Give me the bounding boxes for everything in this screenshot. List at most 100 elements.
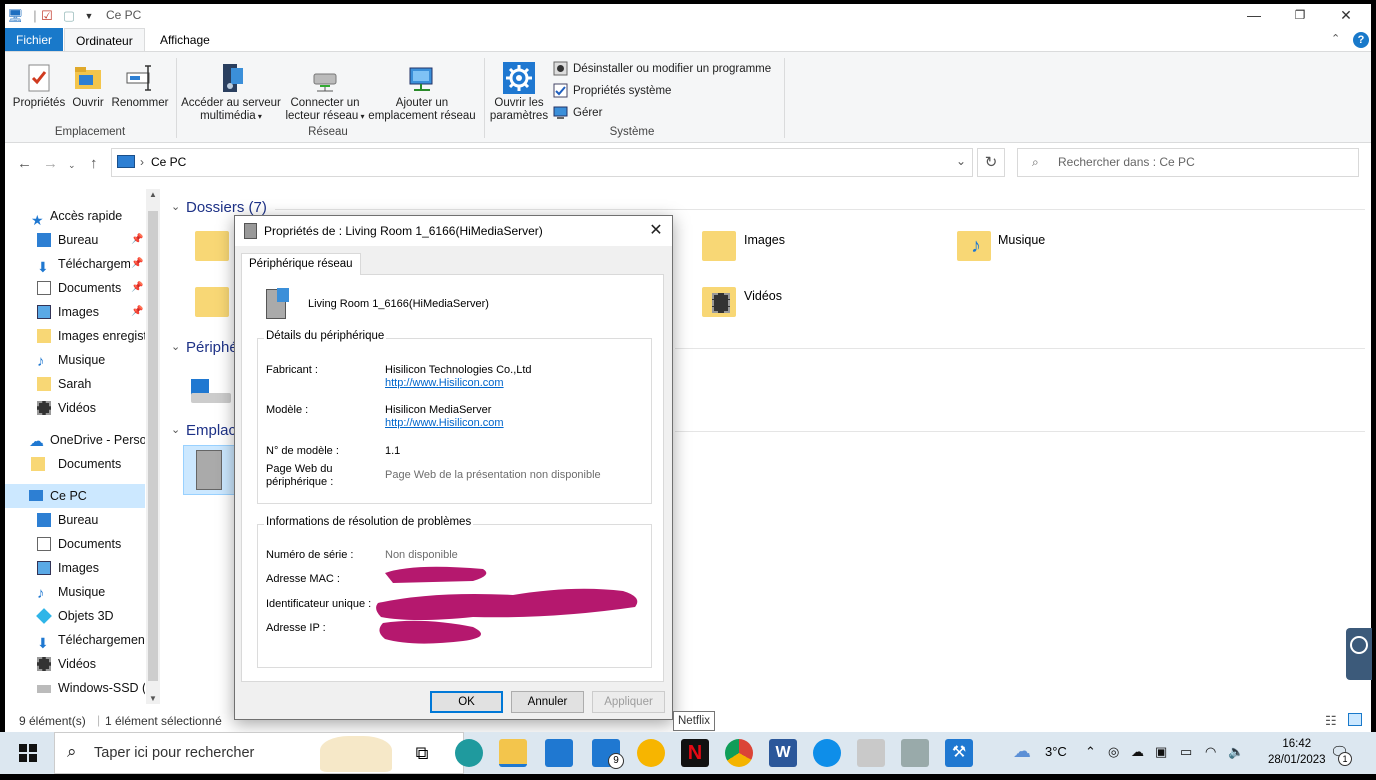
- nav-pc-music[interactable]: ♪ Musique: [5, 580, 145, 604]
- file-explorer-icon[interactable]: [499, 739, 527, 767]
- collapse-chevron-icon[interactable]: ⌄: [171, 200, 180, 213]
- taskbar-search-box[interactable]: ⌕ Taper ici pour rechercher: [54, 732, 464, 774]
- nav-item-downloads[interactable]: ⬇ Téléchargements 📌: [5, 252, 145, 276]
- nav-item-sarah[interactable]: Sarah: [5, 372, 145, 396]
- search-input[interactable]: ⌕ Rechercher dans : Ce PC: [1017, 148, 1359, 177]
- map-drive-button[interactable]: Connecter un lecteur réseau ▾: [283, 62, 367, 123]
- collapse-chevron-icon[interactable]: ⌄: [171, 423, 180, 436]
- apply-button[interactable]: Appliquer: [592, 691, 665, 713]
- folder-icon[interactable]: [195, 231, 229, 261]
- nav-item-documents[interactable]: Documents 📌: [5, 276, 145, 300]
- nav-pc-desktop[interactable]: Bureau: [5, 508, 145, 532]
- nav-pc-videos[interactable]: Vidéos: [5, 652, 145, 676]
- teamviewer-side-panel[interactable]: [1346, 628, 1372, 680]
- task-view-icon[interactable]: ⧉: [408, 739, 436, 767]
- folder-icon[interactable]: [195, 287, 229, 317]
- chrome-icon[interactable]: [725, 739, 753, 767]
- store-icon[interactable]: [545, 739, 573, 767]
- open-button[interactable]: Ouvrir: [69, 62, 107, 110]
- scroll-up-icon[interactable]: ▲: [149, 190, 157, 199]
- rename-button[interactable]: Renommer: [109, 62, 171, 110]
- mail-icon[interactable]: 9: [592, 739, 624, 769]
- forward-arrow-icon[interactable]: →: [43, 155, 58, 172]
- app-icon[interactable]: [857, 739, 885, 767]
- address-dropdown-icon[interactable]: ⌄: [956, 154, 966, 168]
- videos-folder-icon[interactable]: [702, 287, 736, 317]
- clock[interactable]: 16:42 28/01/2023: [1268, 736, 1326, 768]
- properties-button[interactable]: Propriétés: [11, 62, 67, 110]
- nav-item-music[interactable]: ♪ Musique: [5, 348, 145, 372]
- tools-icon[interactable]: ⚒: [945, 739, 973, 767]
- dialog-close-button[interactable]: ✕: [640, 216, 672, 246]
- network-section-header[interactable]: Emplac: [186, 422, 236, 439]
- word-icon[interactable]: W: [769, 739, 797, 767]
- media-server-button[interactable]: Accéder au serveur multimédia ▾: [181, 62, 281, 123]
- windows-start-icon[interactable]: [19, 744, 37, 762]
- temperature[interactable]: 3°C: [1045, 744, 1067, 759]
- nav-item-onedrive-documents[interactable]: Documents: [5, 452, 145, 476]
- model-link[interactable]: http://www.Hisilicon.com: [385, 417, 504, 430]
- volume-icon[interactable]: 🔈: [1228, 744, 1244, 760]
- manage-button[interactable]: Gérer: [553, 104, 602, 122]
- up-arrow-icon[interactable]: ↑: [90, 155, 98, 172]
- chevron-down-icon[interactable]: ▼: [81, 8, 97, 24]
- open-settings-button[interactable]: Ouvrir les paramètres: [489, 62, 549, 123]
- details-view-icon[interactable]: ☷: [1325, 713, 1337, 729]
- nav-pc-documents[interactable]: Documents: [5, 532, 145, 556]
- manufacturer-link[interactable]: http://www.Hisilicon.com: [385, 377, 504, 390]
- teamviewer-icon[interactable]: [813, 739, 841, 767]
- nav-this-pc[interactable]: Ce PC: [5, 484, 145, 508]
- folder-label-images[interactable]: Images: [744, 233, 785, 247]
- tab-file[interactable]: Fichier: [5, 28, 64, 52]
- breadcrumb[interactable]: Ce PC: [151, 155, 186, 169]
- onedrive-cloud-icon[interactable]: ☁: [1131, 744, 1144, 760]
- uninstall-program-button[interactable]: Désinstaller ou modifier un programme: [553, 60, 771, 78]
- scrollbar-thumb[interactable]: [148, 211, 158, 681]
- maximize-button[interactable]: ❐: [1277, 4, 1323, 28]
- netflix-icon[interactable]: N: [681, 739, 709, 767]
- cancel-button[interactable]: Annuler: [511, 691, 584, 713]
- nav-quick-access[interactable]: ★ Accès rapide: [5, 204, 145, 228]
- nav-item-desktop[interactable]: Bureau 📌: [5, 228, 145, 252]
- scroll-down-icon[interactable]: ▼: [149, 694, 157, 703]
- tab-network-device[interactable]: Périphérique réseau: [241, 253, 361, 275]
- images-folder-icon[interactable]: [702, 231, 736, 261]
- ok-button[interactable]: OK: [430, 691, 503, 713]
- nav-pc-pictures[interactable]: Images: [5, 556, 145, 580]
- display-icon[interactable]: ▣: [1155, 744, 1167, 760]
- wifi-icon[interactable]: ◠: [1205, 744, 1216, 760]
- help-icon[interactable]: ?: [1353, 32, 1369, 48]
- nav-pc-windows-ssd[interactable]: Windows-SSD (C:): [5, 676, 145, 700]
- minimize-button[interactable]: —: [1231, 4, 1277, 28]
- properties-quick-icon[interactable]: ☑: [39, 8, 55, 24]
- nav-scrollbar[interactable]: ▲ ▼: [146, 189, 160, 704]
- chevron-up-icon[interactable]: ⌃: [1085, 744, 1096, 760]
- nav-item-pictures[interactable]: Images 📌: [5, 300, 145, 324]
- music-folder-icon[interactable]: ♪: [957, 231, 991, 261]
- nav-pc-downloads[interactable]: ⬇ Téléchargements: [5, 628, 145, 652]
- refresh-button[interactable]: ↻: [977, 148, 1005, 177]
- webcam-icon[interactable]: ◎: [1108, 744, 1119, 760]
- tab-view[interactable]: Affichage: [150, 28, 220, 52]
- large-icons-view-icon[interactable]: [1348, 713, 1362, 726]
- add-network-location-button[interactable]: Ajouter un emplacement réseau: [367, 62, 477, 123]
- new-folder-quick-icon[interactable]: ▢: [61, 8, 77, 24]
- nav-onedrive[interactable]: ☁ OneDrive - Personnel: [5, 428, 145, 452]
- close-button[interactable]: ✕: [1323, 4, 1369, 28]
- folder-label-videos[interactable]: Vidéos: [744, 289, 782, 303]
- system-properties-button[interactable]: Propriétés système: [553, 82, 671, 100]
- network-app-icon[interactable]: [901, 739, 929, 767]
- media-server-item[interactable]: [183, 445, 239, 495]
- edge-browser-icon[interactable]: [455, 739, 483, 767]
- collapse-chevron-icon[interactable]: ⌄: [171, 340, 180, 353]
- devices-section-header[interactable]: Périphé: [186, 339, 238, 356]
- nav-item-videos[interactable]: Vidéos: [5, 396, 145, 420]
- folder-label-music[interactable]: Musique: [998, 233, 1045, 247]
- collapse-ribbon-icon[interactable]: ⌃: [1331, 32, 1340, 45]
- nav-pc-3d-objects[interactable]: Objets 3D: [5, 604, 145, 628]
- address-field[interactable]: › Ce PC ⌄: [111, 148, 973, 177]
- security-app-icon[interactable]: [637, 739, 665, 767]
- drive-item[interactable]: [191, 379, 231, 405]
- folders-section-header[interactable]: Dossiers (7): [186, 199, 267, 216]
- battery-icon[interactable]: ▭: [1180, 744, 1192, 760]
